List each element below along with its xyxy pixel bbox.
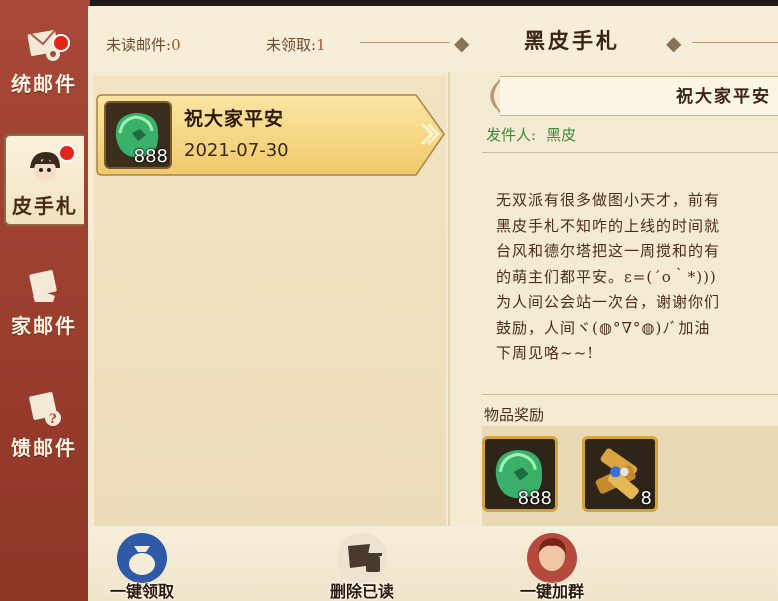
mail-panel: 未读邮件:0 未领取:1 ◆ 黑皮手札 ◆ 888 祝大家平安 2021-07-… bbox=[88, 6, 778, 601]
claim-all-button[interactable]: 一键领取 bbox=[110, 532, 174, 601]
mail-question-icon: ? bbox=[29, 392, 61, 427]
body-line: 无双派有很多做图小天才，前有 bbox=[496, 191, 721, 209]
body-line: 黑皮手札不知咋的上线的时间就 bbox=[496, 216, 721, 235]
body-line: 为人间公会站一次台，谢谢你们 bbox=[496, 293, 721, 311]
sender-label: 发件人: bbox=[486, 126, 537, 144]
delete-read-label: 删除已读 bbox=[330, 582, 395, 601]
detail-divider bbox=[482, 394, 778, 395]
reward-quantity: 888 bbox=[517, 488, 552, 509]
sidebar-item-heipi-notes[interactable]: 皮手札 bbox=[4, 134, 84, 226]
jade-icon: 888 bbox=[104, 101, 172, 169]
sidebar: 统邮件 皮手札 家邮件 ? 馈邮件 bbox=[0, 0, 90, 601]
mail-item-title: 祝大家平安 bbox=[184, 108, 285, 130]
sidebar-item-home-mail[interactable]: 家邮件 bbox=[4, 256, 84, 348]
money-bag-icon bbox=[117, 533, 167, 583]
notification-badge bbox=[58, 144, 76, 162]
join-group-label: 一键加群 bbox=[520, 582, 585, 601]
mail-body: 无双派有很多做图小天才，前有 黑皮手札不知咋的上线的时间就 台风和德尔塔把这一周… bbox=[496, 188, 778, 367]
bottom-action-bar: 一键领取 删除已读 一键加群 bbox=[88, 526, 778, 601]
sidebar-item-feedback-mail[interactable]: ? 馈邮件 bbox=[4, 378, 84, 470]
body-line: 鼓励，人间ヾ(◍°∇°◍)ﾉﾞ加油 bbox=[496, 318, 711, 337]
reward-item-jade[interactable]: 888 bbox=[482, 436, 558, 512]
column-divider bbox=[448, 72, 450, 552]
claim-all-label: 一键领取 bbox=[110, 582, 175, 601]
svg-text:?: ? bbox=[49, 412, 57, 427]
sidebar-item-label: 家邮件 bbox=[11, 314, 77, 338]
sidebar-item-label: 统邮件 bbox=[11, 72, 77, 96]
sidebar-item-system-mail[interactable]: 统邮件 bbox=[4, 14, 84, 106]
diamond-ornament: ◆ bbox=[666, 31, 682, 55]
trash-mail-icon bbox=[337, 533, 387, 583]
page-title: 黑皮手札 bbox=[524, 28, 620, 53]
header-divider bbox=[692, 42, 778, 43]
unread-label: 未读邮件: bbox=[106, 36, 172, 54]
notification-badge bbox=[52, 34, 70, 52]
item-quantity: 888 bbox=[133, 146, 168, 167]
reward-label: 物品奖励 bbox=[484, 406, 545, 424]
sender-line: 发件人: 黑皮 bbox=[486, 124, 576, 145]
unread-count: 0 bbox=[171, 36, 181, 54]
unclaimed-label: 未领取: bbox=[266, 36, 317, 54]
mail-subject: 祝大家平安 bbox=[676, 87, 771, 107]
reward-item-scroll[interactable]: 8 bbox=[582, 436, 658, 512]
avatar-icon bbox=[527, 533, 577, 583]
reward-quantity: 8 bbox=[640, 488, 652, 509]
body-line: 的萌主们都平安。ε=(´ο｀*))) bbox=[496, 267, 717, 286]
sidebar-item-label: 馈邮件 bbox=[11, 436, 77, 460]
unread-counter: 未读邮件:0 bbox=[106, 34, 181, 55]
sidebar-item-label: 皮手札 bbox=[12, 194, 78, 218]
detail-divider bbox=[482, 152, 778, 153]
unclaimed-counter: 未领取:1 bbox=[266, 34, 326, 55]
mail-hand-icon bbox=[29, 270, 57, 302]
delete-read-button[interactable]: 删除已读 bbox=[330, 532, 394, 601]
body-line: 台风和德尔塔把这一周搅和的有 bbox=[496, 242, 721, 260]
unclaimed-count: 1 bbox=[316, 36, 326, 54]
mail-item-date: 2021-07-30 bbox=[184, 140, 289, 161]
diamond-ornament: ◆ bbox=[454, 31, 470, 55]
header-bar: 未读邮件:0 未领取:1 ◆ 黑皮手札 ◆ bbox=[88, 6, 778, 72]
mail-list-item[interactable]: 888 祝大家平安 2021-07-30 bbox=[96, 94, 445, 176]
reward-list: 888 8 bbox=[482, 426, 778, 526]
mail-detail: 祝大家平安 发件人: 黑皮 无双派有很多做图小天才，前有 黑皮手札不知咋的上线的时… bbox=[452, 72, 778, 552]
join-group-button[interactable]: 一键加群 bbox=[520, 532, 584, 601]
header-divider bbox=[360, 42, 450, 43]
sender-name: 黑皮 bbox=[546, 126, 577, 144]
body-line: 下周见咯~~! bbox=[496, 344, 595, 362]
